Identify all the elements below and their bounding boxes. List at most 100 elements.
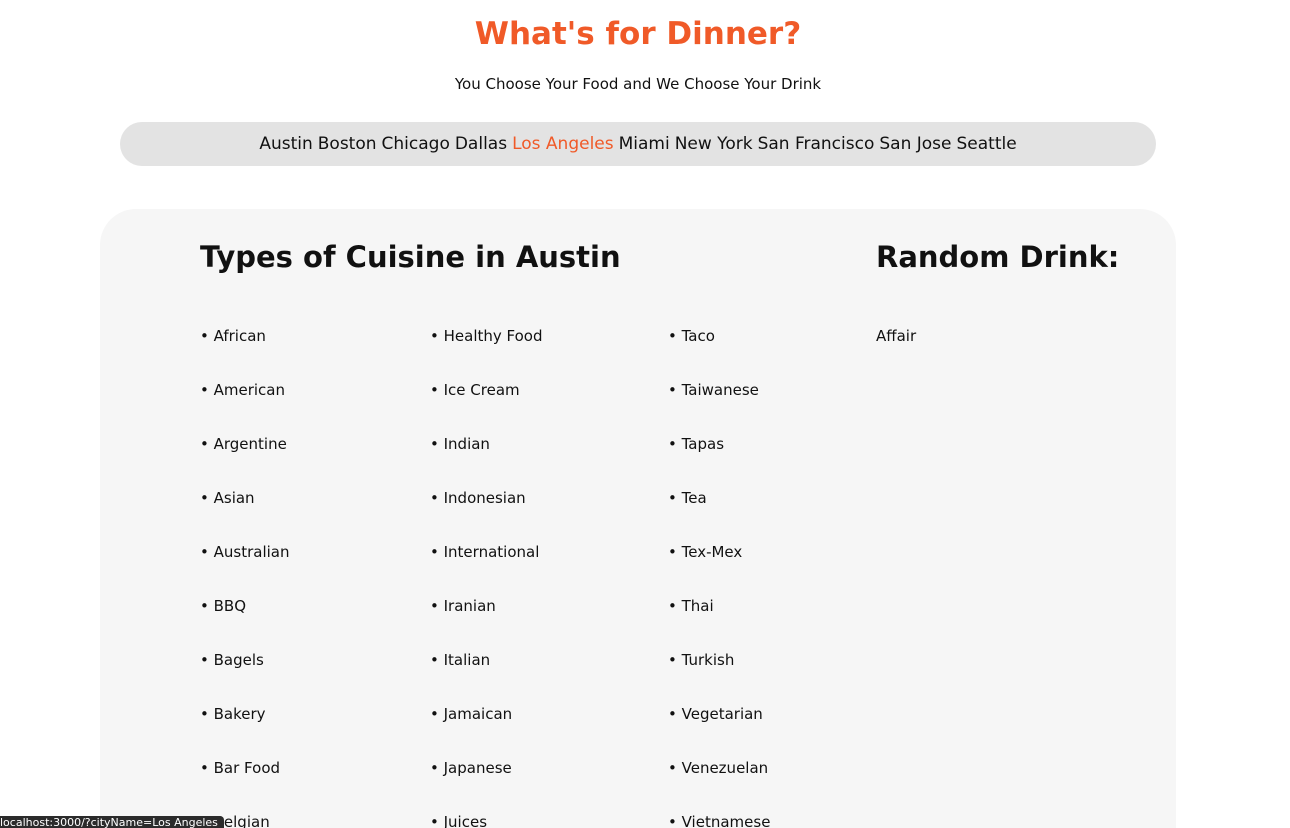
cuisine-item[interactable]: • African	[200, 327, 289, 381]
cuisine-heading: Types of Cuisine in Austin	[200, 240, 621, 274]
cuisine-item[interactable]: • Tapas	[668, 435, 770, 489]
cuisine-label: Bagels	[213, 651, 264, 669]
bullet-icon: •	[668, 435, 682, 453]
cuisine-label: African	[213, 327, 266, 345]
cuisine-label: Vietnamese	[681, 813, 771, 828]
site-title: What's for Dinner?	[474, 16, 802, 52]
cuisine-label: Argentine	[213, 435, 287, 453]
bullet-icon: •	[668, 813, 682, 828]
city-link-boston[interactable]: Boston	[318, 134, 377, 154]
cuisine-item[interactable]: • Indonesian	[430, 489, 543, 543]
cuisine-item[interactable]: • Bagels	[200, 651, 289, 705]
city-link-new-york[interactable]: New York	[675, 134, 753, 154]
city-link-los-angeles[interactable]: Los Angeles	[512, 134, 614, 154]
bullet-icon: •	[668, 327, 682, 345]
cuisine-item[interactable]: • Juices	[430, 813, 543, 828]
bullet-icon: •	[668, 381, 682, 399]
cuisine-column-2: • Healthy Food • Ice Cream • Indian • Indon…	[430, 327, 543, 828]
cuisine-item[interactable]: • Taiwanese	[668, 381, 770, 435]
cuisine-label: Jamaican	[443, 705, 513, 723]
cuisine-label: Bakery	[213, 705, 266, 723]
cuisine-item[interactable]: • Asian	[200, 489, 289, 543]
bullet-icon: •	[200, 327, 214, 345]
bullet-icon: •	[668, 759, 682, 777]
bullet-icon: •	[200, 759, 214, 777]
cuisine-item[interactable]: • Jamaican	[430, 705, 543, 759]
cuisine-item[interactable]: • Bar Food	[200, 759, 289, 813]
bullet-icon: •	[200, 435, 214, 453]
cuisine-item[interactable]: • Italian	[430, 651, 543, 705]
cuisine-label: American	[213, 381, 286, 399]
link-url-status: localhost:3000/?cityName=Los Angeles	[0, 816, 224, 828]
random-drink-name: Affair	[876, 327, 917, 345]
cuisine-item[interactable]: • Turkish	[668, 651, 770, 705]
cuisine-item[interactable]: • Australian	[200, 543, 289, 597]
bullet-icon: •	[668, 705, 682, 723]
cuisine-label: International	[443, 543, 540, 561]
cuisine-item[interactable]: • Indian	[430, 435, 543, 489]
cuisine-item[interactable]: • Thai	[668, 597, 770, 651]
cuisine-item[interactable]: • Vietnamese	[668, 813, 770, 828]
cuisine-label: Indonesian	[443, 489, 526, 507]
cuisine-label: Turkish	[681, 651, 735, 669]
city-link-miami[interactable]: Miami	[619, 134, 670, 154]
cuisine-label: Taiwanese	[681, 381, 759, 399]
bullet-icon: •	[430, 813, 444, 828]
bullet-icon: •	[200, 543, 214, 561]
cuisine-label: Indian	[443, 435, 490, 453]
cuisine-column-1: • African • American • Argentine • Asian • A…	[200, 327, 289, 828]
cuisine-item[interactable]: • Vegetarian	[668, 705, 770, 759]
city-link-chicago[interactable]: Chicago	[382, 134, 450, 154]
cuisine-label: Iranian	[443, 597, 496, 615]
bullet-icon: •	[200, 705, 214, 723]
cuisine-label: Vegetarian	[681, 705, 763, 723]
bullet-icon: •	[668, 543, 682, 561]
bullet-icon: •	[430, 597, 444, 615]
cuisine-label: Australian	[213, 543, 290, 561]
bullet-icon: •	[430, 651, 444, 669]
cuisine-label: Juices	[443, 813, 488, 828]
cuisine-item[interactable]: • Ice Cream	[430, 381, 543, 435]
cuisine-label: Taco	[681, 327, 715, 345]
cuisine-item[interactable]: • Iranian	[430, 597, 543, 651]
bullet-icon: •	[430, 759, 444, 777]
bullet-icon: •	[200, 489, 214, 507]
city-link-seattle[interactable]: Seattle	[956, 134, 1016, 154]
cuisine-item[interactable]: • Tex-Mex	[668, 543, 770, 597]
cuisine-item[interactable]: • Healthy Food	[430, 327, 543, 381]
cuisine-item[interactable]: • Tea	[668, 489, 770, 543]
cuisine-item[interactable]: • International	[430, 543, 543, 597]
cuisine-column-3: • Taco • Taiwanese • Tapas • Tea • Tex-Mex • …	[668, 327, 770, 828]
bullet-icon: •	[200, 597, 214, 615]
bullet-icon: •	[668, 597, 682, 615]
cuisine-item[interactable]: • Venezuelan	[668, 759, 770, 813]
bullet-icon: •	[200, 651, 214, 669]
cuisine-label: Asian	[213, 489, 255, 507]
bullet-icon: •	[200, 381, 214, 399]
bullet-icon: •	[668, 651, 682, 669]
cuisine-label: Tea	[681, 489, 707, 507]
cuisine-label: Venezuelan	[681, 759, 769, 777]
city-link-dallas[interactable]: Dallas	[455, 134, 507, 154]
page: What's for Dinner? You Choose Your Food …	[0, 0, 1290, 828]
city-link-austin[interactable]: Austin	[259, 134, 312, 154]
cuisine-label: Japanese	[443, 759, 512, 777]
cuisine-item[interactable]: • Bakery	[200, 705, 289, 759]
cuisine-item[interactable]: • BBQ	[200, 597, 289, 651]
cuisine-label: BBQ	[213, 597, 247, 615]
cuisine-label: Healthy Food	[443, 327, 543, 345]
cuisine-item[interactable]: • Argentine	[200, 435, 289, 489]
bullet-icon: •	[430, 543, 444, 561]
city-nav-bar: Austin Boston Chicago Dallas Los Angeles Miam…	[120, 122, 1156, 166]
city-link-san-jose[interactable]: San Jose	[879, 134, 951, 154]
bullet-icon: •	[430, 381, 444, 399]
cuisine-item[interactable]: • Taco	[668, 327, 770, 381]
site-subtitle: You Choose Your Food and We Choose Your …	[454, 75, 822, 93]
bullet-icon: •	[668, 489, 682, 507]
cuisine-label: Tapas	[681, 435, 725, 453]
cuisine-label: Bar Food	[213, 759, 281, 777]
cuisine-item[interactable]: • American	[200, 381, 289, 435]
bullet-icon: •	[430, 705, 444, 723]
cuisine-item[interactable]: • Japanese	[430, 759, 543, 813]
city-link-san-francisco[interactable]: San Francisco	[758, 134, 875, 154]
